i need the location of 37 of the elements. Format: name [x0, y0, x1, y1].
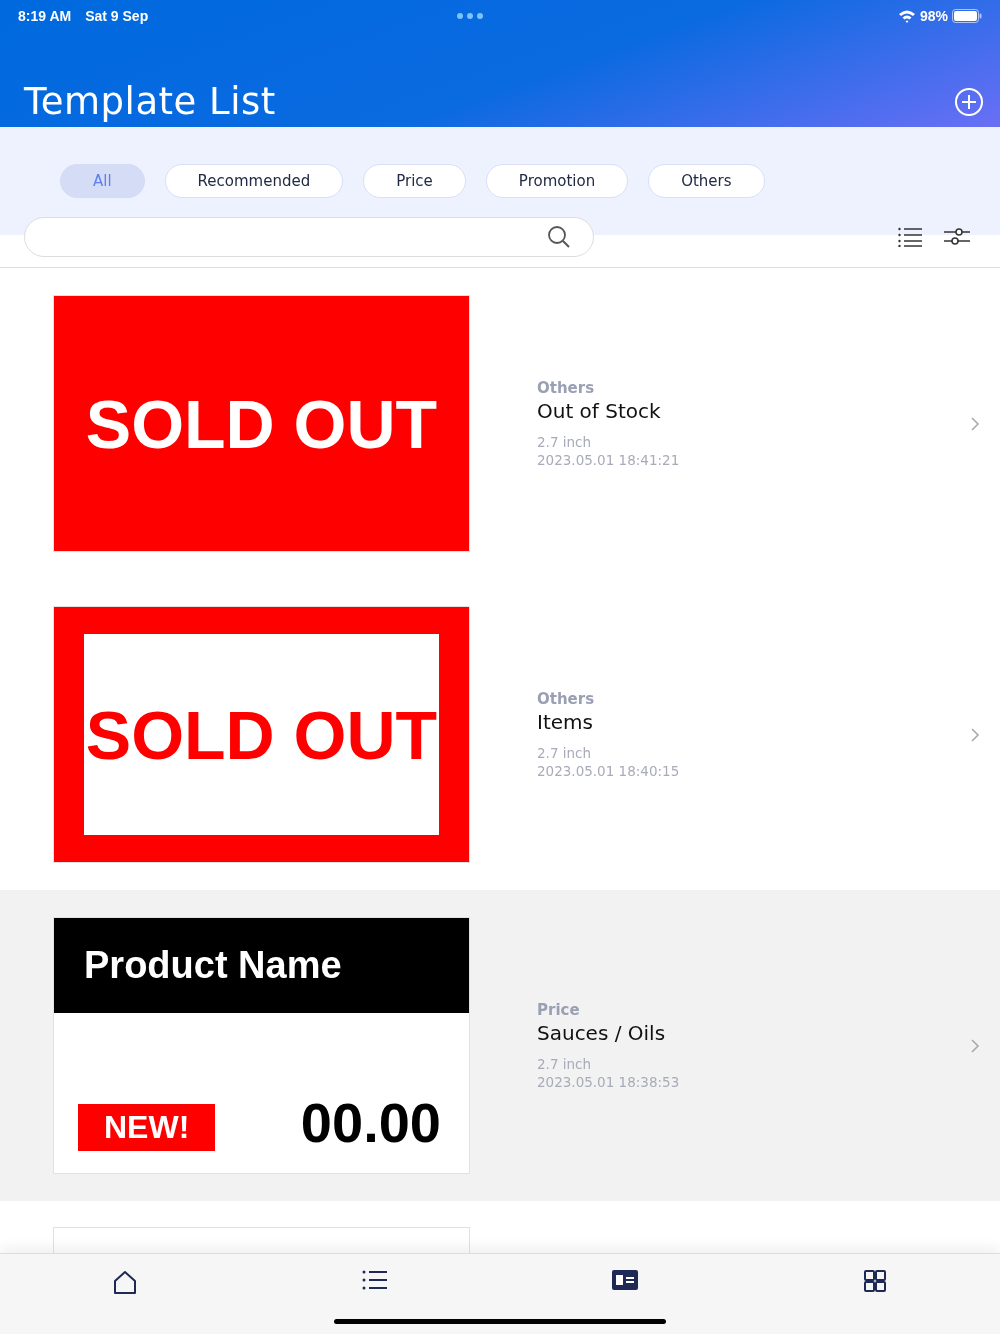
search-icon — [547, 225, 571, 249]
wifi-icon — [897, 9, 916, 23]
template-date: 2023.05.01 18:40:15 — [537, 761, 681, 780]
battery-icon — [952, 9, 982, 23]
template-name: Items — [537, 709, 594, 734]
template-size: 2.7 inch — [537, 1054, 593, 1073]
template-size: 2.7 inch — [537, 432, 593, 451]
status-date: Sat 9 Sep — [85, 8, 149, 24]
status-time: 8:19 AM — [18, 8, 72, 24]
battery-percent: 98% — [919, 8, 948, 24]
preview-text: SOLD OUT — [85, 695, 438, 774]
chevron-icon[interactable] — [970, 1037, 980, 1054]
filter-chip[interactable]: Recommended — [164, 164, 344, 198]
new-badge: NEW! — [78, 1104, 216, 1151]
filter-chip[interactable]: Price — [363, 164, 466, 198]
search-field[interactable] — [24, 217, 594, 257]
chevron-icon[interactable] — [970, 415, 980, 432]
more-dots-icon — [456, 12, 485, 20]
template-date: 2023.05.01 18:38:53 — [537, 1072, 681, 1091]
template-date: 2023.05.01 18:41:21 — [537, 450, 681, 469]
template-category: Others — [537, 378, 596, 397]
filter-chip[interactable]: Promotion — [485, 164, 629, 198]
filter-chip[interactable]: Others — [648, 164, 765, 198]
template-size: 2.7 inch — [537, 743, 593, 762]
add-button[interactable] — [954, 86, 984, 117]
page-title: Template List — [24, 80, 276, 123]
list-view-button[interactable] — [898, 227, 922, 247]
price-text: 00.00 — [300, 1095, 441, 1151]
template-category: Price — [537, 1000, 581, 1019]
template-row[interactable]: Product Name NEW! 00.00 Price Sauces / Oils 2.7 inch 2023.05.01 18:38:53 — [0, 890, 1000, 1201]
template-name: Sauces / Oils — [537, 1020, 667, 1045]
chevron-icon[interactable] — [970, 726, 980, 743]
template-category: Others — [537, 689, 596, 708]
preview-text: SOLD OUT — [85, 384, 438, 463]
product-name-text: Product Name — [84, 944, 342, 987]
template-name: Out of Stock — [537, 398, 662, 423]
filter-settings-button[interactable] — [944, 227, 970, 247]
